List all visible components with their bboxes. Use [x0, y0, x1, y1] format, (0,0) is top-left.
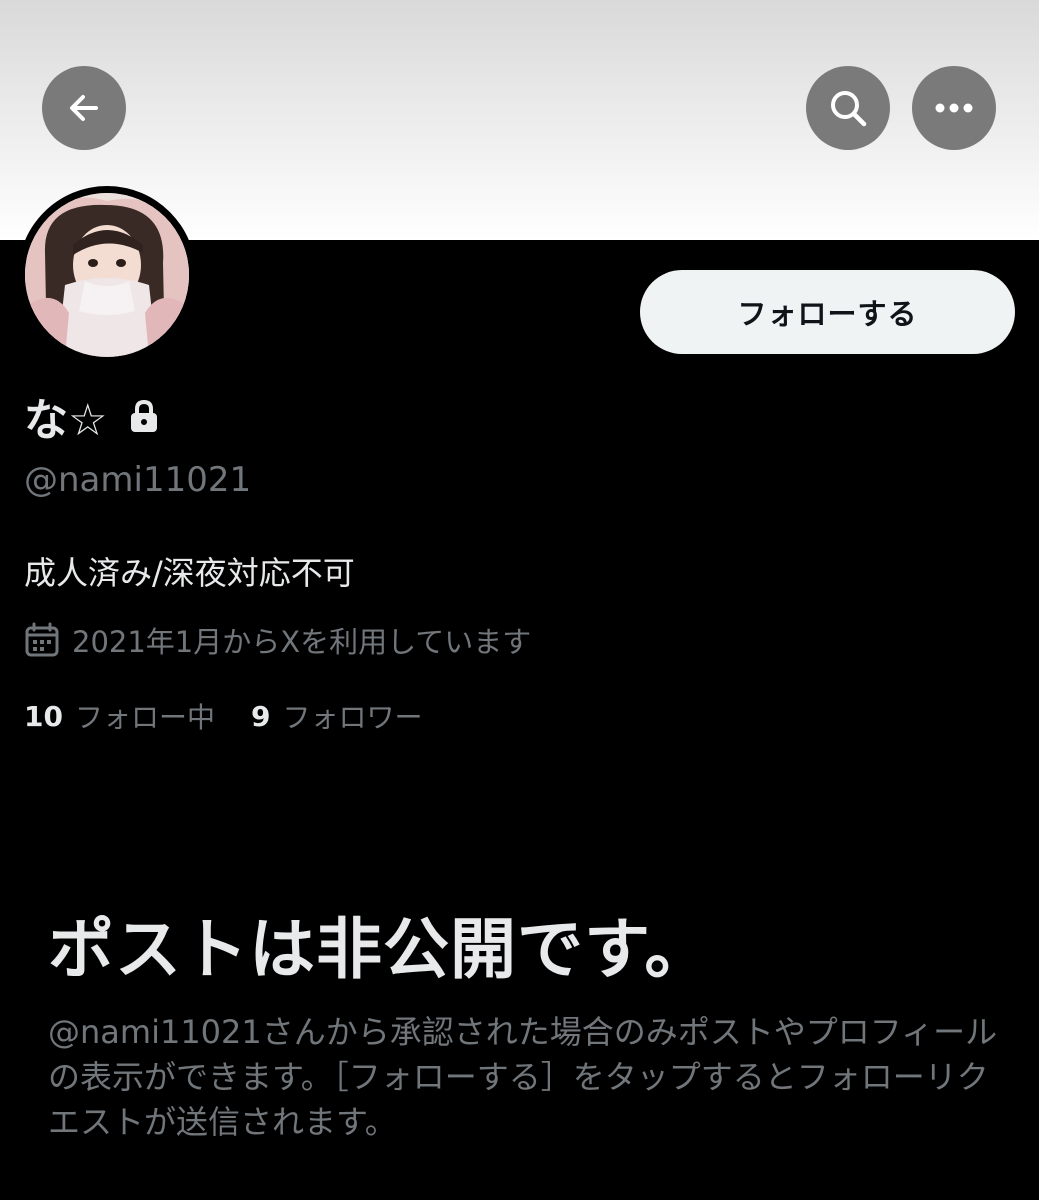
display-name: な☆ — [24, 395, 108, 446]
joined-date: 2021年1月からXを利用しています — [24, 618, 531, 662]
followers-label: フォロワー — [282, 701, 423, 734]
avatar-container[interactable] — [18, 186, 196, 364]
followers-count: 9 — [250, 699, 271, 733]
more-horizontal-icon — [933, 102, 975, 114]
avatar[interactable] — [25, 193, 189, 357]
arrow-left-icon — [64, 88, 104, 128]
followers-link[interactable]: 9 フォロワー — [251, 696, 423, 736]
search-button[interactable] — [806, 66, 890, 150]
back-button[interactable] — [42, 66, 126, 150]
follow-stats: 10 フォロー中 9 フォロワー — [24, 694, 458, 738]
search-icon — [827, 87, 869, 129]
name-row: な☆ — [24, 386, 159, 446]
lock-icon — [129, 399, 159, 433]
following-label: フォロー中 — [74, 701, 215, 734]
more-button[interactable] — [912, 66, 996, 150]
private-notice-description: @nami11021さんから承認された場合のみポストやプロフィールの表示ができま… — [48, 1013, 998, 1141]
following-link[interactable]: 10 フォロー中 — [24, 696, 215, 736]
profile-bio: 成人済み/深夜対応不可 — [24, 554, 355, 592]
follow-button[interactable]: フォローする — [640, 270, 1015, 354]
profile-page: フォローする な☆ @nami11021 成人済み/深夜対応不可 2021年1月… — [0, 0, 1039, 1200]
private-notice-title: ポストは非公開です。 — [48, 911, 712, 988]
following-count: 10 — [24, 699, 63, 733]
joined-text: 2021年1月からXを利用しています — [72, 625, 532, 659]
calendar-icon — [24, 622, 60, 658]
user-handle: @nami11021 — [24, 460, 252, 500]
